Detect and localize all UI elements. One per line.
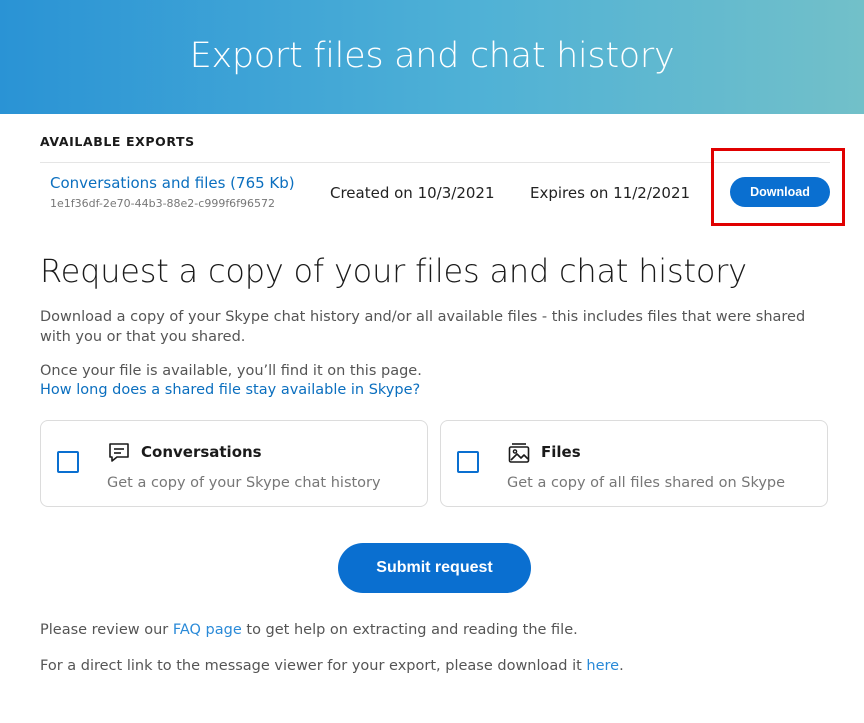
request-description: Download a copy of your Skype chat histo… [40,309,806,345]
conversations-option-title: Conversations [141,443,262,461]
files-option-description: Get a copy of all files shared on Skype [507,475,786,491]
viewer-footer-text: For a direct link to the message viewer … [40,658,624,674]
request-heading: Request a copy of your files and chat hi… [40,252,747,290]
faq-footer-suffix: to get help on extracting and reading th… [241,622,578,638]
export-expiry-date: Expires on 11/2/2021 [530,184,691,202]
faq-footer-prefix: Please review our [40,622,173,638]
files-option-card[interactable]: Files Get a copy of all files shared on … [440,420,828,507]
page-header-banner: Export files and chat history [0,0,864,114]
export-item-name-link[interactable]: Conversations and files (765 Kb) [50,174,295,192]
viewer-footer-suffix: . [619,658,624,674]
submit-request-button[interactable]: Submit request [338,543,531,593]
download-button[interactable]: Download [730,177,830,207]
request-note: Once your file is available, you’ll find… [40,363,422,379]
viewer-footer-prefix: For a direct link to the message viewer … [40,658,587,674]
viewer-here-link[interactable]: here [586,658,619,674]
image-files-icon [508,443,530,463]
export-item-id: 1e1f36df-2e70-44b3-88e2-c999f6f96572 [50,197,276,210]
conversations-option-description: Get a copy of your Skype chat history [107,475,381,491]
files-option-title: Files [541,443,581,461]
conversations-option-card[interactable]: Conversations Get a copy of your Skype c… [40,420,428,507]
available-exports-label: AVAILABLE EXPORTS [40,134,195,149]
conversations-checkbox[interactable] [57,451,79,473]
faq-page-link[interactable]: FAQ page [173,622,242,638]
chat-bubble-icon [109,443,129,462]
export-created-date: Created on 10/3/2021 [330,184,495,202]
files-checkbox[interactable] [457,451,479,473]
page-title: Export files and chat history [189,36,675,76]
faq-footer-text: Please review our FAQ page to get help o… [40,622,578,638]
shared-file-availability-link[interactable]: How long does a shared file stay availab… [40,382,420,398]
